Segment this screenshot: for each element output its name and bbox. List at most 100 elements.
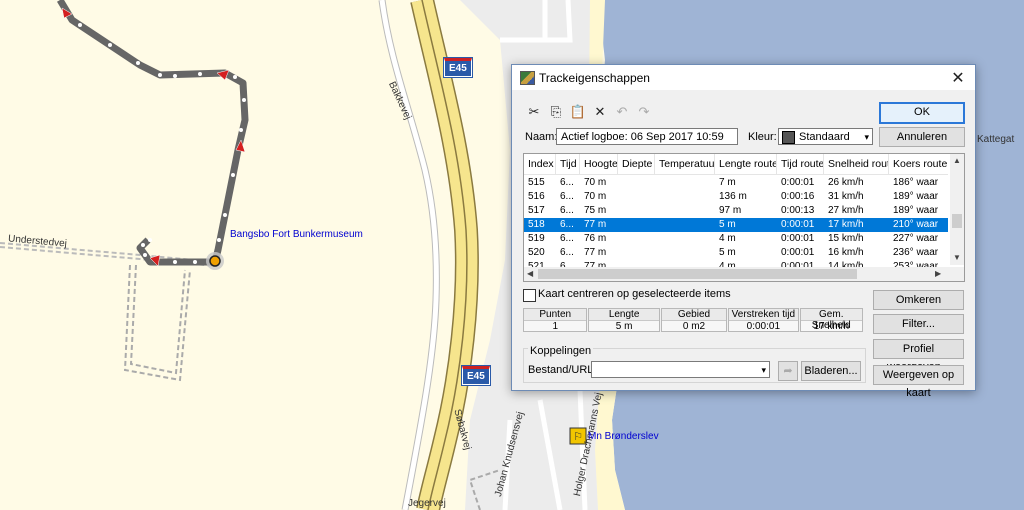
- table-cell: [618, 246, 655, 260]
- table-cell: 70 m: [584, 177, 607, 188]
- table-cell: [618, 204, 655, 218]
- road-label-jegervej: Jegervej: [408, 498, 446, 509]
- horizontal-scrollbar[interactable]: ◀ ▶: [524, 267, 964, 281]
- track-stats: Punten 1 Lengte 5 m Gebied 0 m2 Verstrek…: [523, 308, 864, 332]
- table-cell: 189° waar: [893, 191, 939, 202]
- track-line: [56, 0, 249, 266]
- delete-icon[interactable]: ✕: [591, 103, 609, 121]
- file-url-input[interactable]: ▾: [591, 361, 770, 378]
- col-leg-speed[interactable]: Snelheid route: [824, 154, 889, 174]
- table-cell: 0:00:01: [781, 233, 815, 244]
- show-on-map-button[interactable]: Weergeven op kaart: [873, 365, 964, 399]
- table-cell: 518: [528, 219, 545, 230]
- cut-icon[interactable]: ✂: [525, 103, 543, 121]
- trackpoint-table[interactable]: Index Tijd Hoogte Diepte Temperatuur Len…: [523, 153, 965, 282]
- color-select[interactable]: Standaard ▾: [778, 128, 873, 145]
- table-row[interactable]: 520 6... 77 m 5 m 0:00:01 16 km/h 236° waar: [524, 246, 948, 260]
- cancel-button[interactable]: Annuleren: [879, 127, 965, 147]
- sea-label-kattegat: Kattegat: [977, 134, 1015, 145]
- poi-bronderslev-label[interactable]: Mn Brønderslev: [588, 431, 659, 442]
- col-leg-course[interactable]: Koers route: [889, 154, 948, 174]
- links-group-label: Koppelingen: [528, 345, 594, 357]
- e45-shield-bottom: E45: [461, 365, 491, 386]
- open-link-icon[interactable]: ➦: [778, 361, 798, 381]
- table-cell: 0:00:16: [781, 191, 815, 202]
- stat-avg-speed-header: Gem. Snelheid: [800, 309, 862, 331]
- col-leg-time[interactable]: Tijd route: [777, 154, 824, 174]
- col-time[interactable]: Tijd: [556, 154, 580, 174]
- table-cell: 0:00:01: [781, 247, 815, 258]
- stat-area: Gebied 0 m2: [660, 308, 728, 332]
- table-row[interactable]: 516 6... 70 m 136 m 0:00:16 31 km/h 189° waar: [524, 190, 948, 204]
- table-cell: [618, 190, 655, 204]
- table-row[interactable]: 518 6... 77 m 5 m 0:00:01 17 km/h 210° waar: [524, 218, 948, 232]
- table-cell: 236° waar: [893, 247, 939, 258]
- browse-button[interactable]: Bladeren...: [801, 361, 861, 381]
- stat-length-header: Lengte: [589, 309, 659, 321]
- scroll-right-icon[interactable]: ▶: [935, 269, 941, 278]
- center-map-label[interactable]: Kaart centreren op geselecteerde items: [538, 288, 731, 300]
- dialog-titlebar[interactable]: Trackeigenschappen ✕: [512, 65, 975, 90]
- col-index[interactable]: Index: [524, 154, 556, 174]
- name-label: Naam:: [525, 131, 558, 143]
- filter-button[interactable]: Filter...: [873, 314, 964, 334]
- col-altitude[interactable]: Hoogte: [580, 154, 618, 174]
- reverse-button[interactable]: Omkeren: [873, 290, 964, 310]
- table-row[interactable]: 517 6... 75 m 97 m 0:00:13 27 km/h 189° waar: [524, 204, 948, 218]
- copy-icon[interactable]: ⎘: [547, 103, 565, 121]
- table-cell: 27 km/h: [828, 205, 864, 216]
- table-cell: 77 m: [584, 247, 607, 258]
- undo-icon[interactable]: ↶: [613, 103, 631, 121]
- chevron-down-icon[interactable]: ▾: [761, 362, 766, 377]
- table-cell: 227° waar: [893, 233, 939, 244]
- table-cell: 520: [528, 247, 545, 258]
- close-icon[interactable]: ✕: [949, 68, 967, 88]
- table-cell: [655, 246, 715, 260]
- name-field[interactable]: Actief logboe: 06 Sep 2017 10:59: [556, 128, 738, 145]
- scroll-left-icon[interactable]: ◀: [527, 269, 533, 278]
- table-cell: 5 m: [719, 219, 736, 230]
- table-cell: 17 km/h: [828, 219, 864, 230]
- stat-length-value: 5 m: [615, 321, 633, 332]
- table-cell: 76 m: [584, 233, 607, 244]
- e45-shield-top: E45: [443, 57, 473, 78]
- table-cell: 516: [528, 191, 545, 202]
- show-profile-button[interactable]: Profiel weergeven...: [873, 339, 964, 373]
- stat-elapsed-header: Verstreken tijd: [729, 309, 798, 321]
- table-cell: 0:00:13: [781, 205, 815, 216]
- table-cell: 519: [528, 233, 545, 244]
- stat-area-value: 0 m2: [682, 321, 706, 332]
- table-cell: 97 m: [719, 205, 742, 216]
- center-map-checkbox[interactable]: [523, 289, 536, 302]
- table-header: Index Tijd Hoogte Diepte Temperatuur Len…: [524, 154, 948, 175]
- col-depth[interactable]: Diepte: [618, 154, 655, 174]
- col-leg-length[interactable]: Lengte route: [715, 154, 777, 174]
- vertical-scroll-thumb[interactable]: [952, 214, 962, 228]
- file-url-label: Bestand/URL:: [528, 364, 597, 376]
- table-cell: 6...: [560, 247, 574, 258]
- col-temperature[interactable]: Temperatuur: [655, 154, 715, 174]
- scroll-down-icon[interactable]: ▼: [953, 253, 961, 262]
- table-cell: 6...: [560, 233, 574, 244]
- table-cell: [655, 218, 715, 232]
- horizontal-scroll-thumb[interactable]: [538, 269, 857, 279]
- ok-button[interactable]: OK: [879, 102, 965, 124]
- table-cell: 6...: [560, 205, 574, 216]
- color-value: Standaard: [799, 131, 850, 143]
- table-cell: 4 m: [719, 233, 736, 244]
- paste-icon[interactable]: 📋: [569, 103, 587, 121]
- table-cell: 6...: [560, 219, 574, 230]
- stat-elapsed-value: 0:00:01: [746, 321, 781, 332]
- table-row[interactable]: 519 6... 76 m 4 m 0:00:01 15 km/h 227° waar: [524, 232, 948, 246]
- scroll-up-icon[interactable]: ▲: [953, 156, 961, 165]
- redo-icon[interactable]: ↷: [635, 103, 653, 121]
- table-cell: 6...: [560, 177, 574, 188]
- table-cell: 517: [528, 205, 545, 216]
- stat-points: Punten 1: [523, 308, 588, 332]
- poi-bunker-label[interactable]: Bangsbo Fort Bunkermuseum: [230, 229, 363, 240]
- table-cell: 0:00:01: [781, 219, 815, 230]
- table-row[interactable]: 515 6... 70 m 7 m 0:00:01 26 km/h 186° waar: [524, 176, 948, 190]
- table-cell: 26 km/h: [828, 177, 864, 188]
- stat-area-header: Gebied: [661, 309, 727, 321]
- vertical-scrollbar[interactable]: ▲ ▼: [950, 154, 964, 265]
